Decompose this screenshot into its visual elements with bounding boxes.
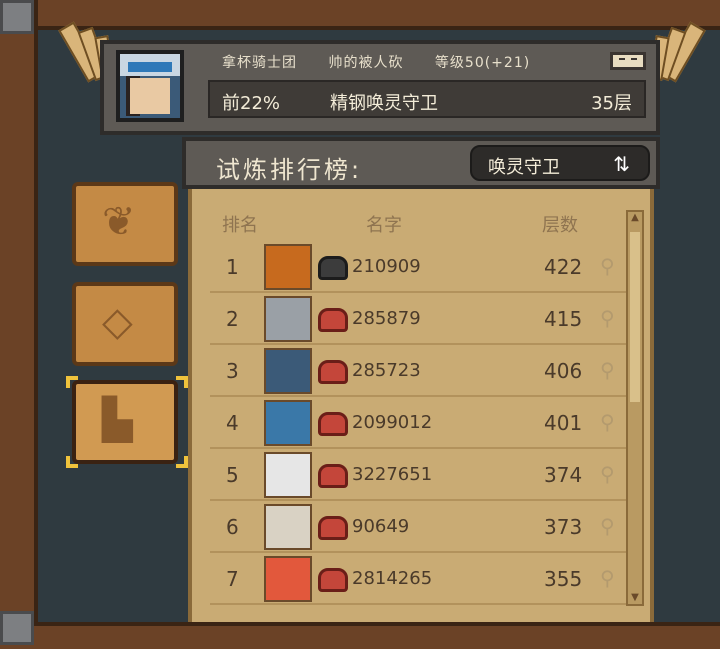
search-icon[interactable]: ⚲	[600, 566, 615, 590]
column-name: 名字	[366, 215, 402, 236]
diamond-icon: ◇	[102, 299, 133, 345]
table-row[interactable]: 3 285723 406 ⚲	[210, 345, 632, 397]
badge-icon	[318, 516, 348, 540]
player-avatar	[264, 348, 312, 394]
table-row[interactable]: 5 3227651 374 ⚲	[210, 449, 632, 501]
player-info-card: 拿杯骑士团 帅的被人砍 等级50(+21) 前22% 精钢唤灵守卫 35层	[100, 40, 660, 135]
row-rank: 5	[226, 463, 239, 487]
tab-leaf[interactable]: ❦	[72, 182, 178, 266]
guild-name: 拿杯骑士团	[222, 55, 297, 71]
row-floors: 374	[544, 463, 583, 487]
tab-diamond[interactable]: ◇	[72, 282, 178, 366]
badge-icon	[318, 412, 348, 436]
badge-icon	[318, 464, 348, 488]
row-uid: 285879	[352, 308, 421, 329]
player-level: 等级50(+21)	[434, 55, 531, 71]
table-row[interactable]: 7 2814265 355 ⚲	[210, 553, 632, 605]
row-uid: 285723	[352, 360, 421, 381]
frame-corner	[0, 611, 34, 645]
selection-corner	[176, 456, 188, 468]
leaderboard-table: 排名 名字 层数 1 210909 422 ⚲ 2 285879 415 ⚲ 3…	[188, 189, 654, 622]
row-uid: 3227651	[352, 464, 433, 485]
column-rank: 排名	[222, 215, 258, 236]
badge-icon	[318, 568, 348, 592]
badge-icon	[318, 360, 348, 384]
row-floors: 406	[544, 359, 583, 383]
row-rank: 2	[226, 307, 239, 331]
search-icon[interactable]: ⚲	[600, 514, 615, 538]
player-floor: 35层	[591, 93, 632, 114]
tab-leaderboard[interactable]: ▙	[72, 380, 178, 464]
search-icon[interactable]: ⚲	[600, 462, 615, 486]
row-uid: 2099012	[352, 412, 433, 433]
rank-percent: 前22%	[222, 93, 281, 114]
row-floors: 355	[544, 567, 583, 591]
mode-switch-button[interactable]: 唤灵守卫 ⇅	[470, 145, 650, 181]
column-floors: 层数	[542, 215, 578, 236]
row-floors: 415	[544, 307, 583, 331]
badge-icon	[318, 256, 348, 280]
row-floors: 422	[544, 255, 583, 279]
selection-corner	[176, 376, 188, 388]
search-icon[interactable]: ⚲	[600, 254, 615, 278]
leaderboard-title-bar: 试炼排行榜: 唤灵守卫 ⇅	[182, 137, 660, 189]
frame-corner	[0, 0, 34, 34]
search-icon[interactable]: ⚲	[600, 410, 615, 434]
ticket-icon[interactable]	[610, 52, 646, 70]
player-info-line: 拿杯骑士团 帅的被人砍 等级50(+21)	[222, 52, 556, 72]
row-rank: 6	[226, 515, 239, 539]
row-floors: 401	[544, 411, 583, 435]
mode-label: 唤灵守卫	[488, 157, 560, 178]
table-row[interactable]: 1 210909 422 ⚲	[210, 241, 632, 293]
player-avatar[interactable]	[116, 50, 184, 122]
player-avatar	[264, 504, 312, 550]
player-avatar	[264, 400, 312, 446]
leaderboard-title: 试炼排行榜:	[216, 156, 363, 184]
scroll-down-icon[interactable]: ▼	[628, 592, 642, 604]
row-rank: 3	[226, 359, 239, 383]
player-avatar	[264, 244, 312, 290]
player-rank-bar: 前22% 精钢唤灵守卫 35层	[208, 80, 646, 118]
selection-corner	[66, 456, 78, 468]
row-rank: 1	[226, 255, 239, 279]
leaf-icon: ❦	[102, 199, 136, 245]
table-row[interactable]: 2 285879 415 ⚲	[210, 293, 632, 345]
player-avatar	[264, 556, 312, 602]
player-title: 精钢唤灵守卫	[330, 93, 438, 114]
row-uid: 90649	[352, 516, 410, 537]
search-icon[interactable]: ⚲	[600, 306, 615, 330]
player-name: 帅的被人砍	[328, 55, 404, 71]
scroll-thumb[interactable]	[630, 232, 640, 402]
scroll-up-icon[interactable]: ▲	[628, 212, 642, 224]
podium-icon: ▙	[102, 397, 133, 443]
search-icon[interactable]: ⚲	[600, 358, 615, 382]
table-row[interactable]: 4 2099012 401 ⚲	[210, 397, 632, 449]
frame-left	[0, 0, 38, 645]
row-rank: 7	[226, 567, 239, 591]
row-uid: 210909	[352, 256, 421, 277]
leaderboard-scrollbar[interactable]: ▲ ▼	[626, 210, 644, 606]
player-avatar	[264, 452, 312, 498]
selection-corner	[66, 376, 78, 388]
player-avatar	[264, 296, 312, 342]
swap-icon: ⇅	[613, 152, 630, 176]
row-uid: 2814265	[352, 568, 433, 589]
table-row[interactable]: 6 90649 373 ⚲	[210, 501, 632, 553]
badge-icon	[318, 308, 348, 332]
row-floors: 373	[544, 515, 583, 539]
row-rank: 4	[226, 411, 239, 435]
